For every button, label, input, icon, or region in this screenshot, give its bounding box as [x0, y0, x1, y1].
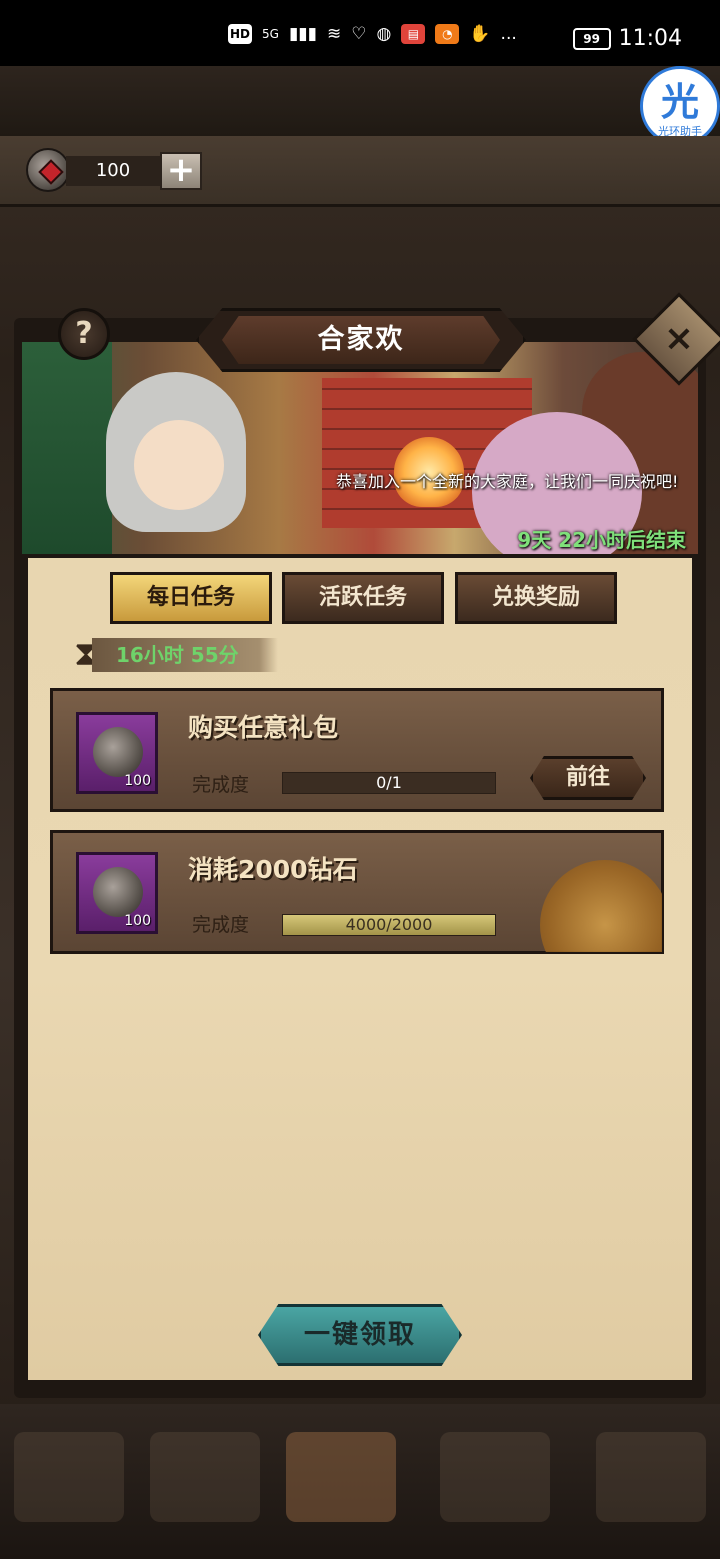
reward-count: 100: [124, 913, 151, 929]
gem-icon: [93, 867, 143, 917]
status-bar: HD 5G ▮▮▮ ≋ ♡ ◍ ▤ ◔ ✋ ... 99 11:04: [0, 0, 720, 66]
progress-label: 完成度: [192, 774, 250, 796]
tab-active-tasks[interactable]: 活跃任务: [282, 572, 444, 624]
add-currency-button[interactable]: +: [160, 152, 202, 190]
progress-label: 完成度: [192, 914, 250, 936]
tab-exchange-rewards[interactable]: 兑换奖励: [455, 572, 617, 624]
event-banner: [22, 342, 698, 554]
tab-daily-tasks[interactable]: 每日任务: [110, 572, 272, 624]
task-reward-icon: 100: [76, 852, 158, 934]
gem-icon: [93, 727, 143, 777]
nav-item[interactable]: [596, 1432, 706, 1522]
status-right: 99 11:04: [572, 26, 682, 51]
reset-timer: 16小时 55分: [92, 638, 278, 672]
battery-icon: 99: [572, 27, 611, 50]
gem-count: 100: [66, 156, 160, 186]
event-countdown: 9天 22小时后结束: [517, 528, 686, 552]
hand-icon: ✋: [469, 24, 491, 44]
progress-text: 4000/2000: [345, 915, 433, 934]
clock: 11:04: [618, 26, 682, 51]
task-title: 购买任意礼包: [188, 713, 339, 742]
close-icon[interactable]: ×: [656, 316, 702, 362]
claim-all-button[interactable]: 一键领取: [258, 1304, 462, 1366]
progress-bar: 0/1: [282, 772, 496, 794]
signal-5g-icon: 5G: [262, 27, 279, 41]
help-button[interactable]: ?: [58, 308, 110, 360]
task-title: 消耗2000钻石: [188, 855, 358, 884]
nav-item[interactable]: [14, 1432, 124, 1522]
wifi-icon: ≋: [327, 24, 342, 44]
nav-item[interactable]: [286, 1432, 396, 1522]
heart-icon: ♡: [351, 24, 367, 44]
nav-item[interactable]: [440, 1432, 550, 1522]
book-app-icon: ▤: [401, 24, 426, 44]
go-button[interactable]: 前往: [530, 756, 646, 800]
christmas-tree-art: [22, 342, 112, 554]
nav-item[interactable]: [150, 1432, 260, 1522]
status-icons: HD 5G ▮▮▮ ≋ ♡ ◍ ▤ ◔ ✋ ...: [228, 24, 517, 44]
panel-title: 合家欢: [222, 316, 500, 364]
ball-icon: ◍: [376, 24, 392, 44]
assistant-float-button[interactable]: 光 光环助手: [640, 66, 720, 146]
completed-stamp-icon: [534, 856, 662, 952]
more-icon: ...: [500, 24, 517, 44]
top-bar: [0, 66, 720, 136]
assistant-glyph: 光: [660, 80, 699, 124]
chat-app-icon: ◔: [435, 24, 460, 44]
progress-text: 0/1: [376, 773, 402, 792]
task-content: [28, 558, 692, 1380]
task-reward-icon: 100: [76, 712, 158, 794]
progress-bar: 4000/2000: [282, 914, 496, 936]
reward-count: 100: [124, 773, 151, 789]
banner-description: 恭喜加入一个全新的大家庭，让我们一同庆祝吧!: [336, 472, 679, 491]
hd-icon: HD: [228, 24, 253, 44]
girl-face-art: [134, 420, 224, 510]
gem-icon: [26, 148, 70, 192]
signal-bars-icon: ▮▮▮: [288, 24, 318, 44]
